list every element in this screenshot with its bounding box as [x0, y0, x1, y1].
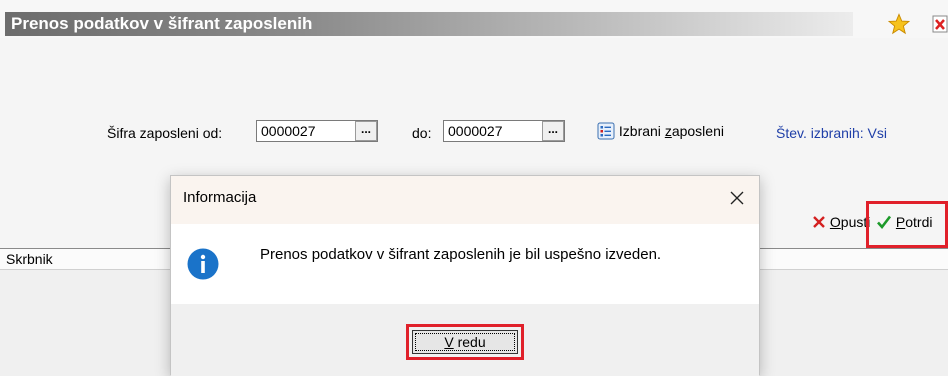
selected-employees-button[interactable]: Izbrani zaposleni: [597, 122, 724, 140]
info-dialog: Informacija Prenos podatkov v šifrant za…: [170, 175, 760, 376]
cancel-button[interactable]: Opusti: [812, 214, 870, 230]
info-icon: [187, 248, 219, 280]
dialog-title-bar: Informacija: [171, 176, 759, 224]
star-icon[interactable]: [888, 13, 910, 35]
selected-count-label: Štev. izbranih: Vsi: [776, 125, 888, 141]
ok-accesskey: V: [444, 334, 454, 350]
employee-from-browse-button[interactable]: ...: [355, 121, 377, 141]
window-title: Prenos podatkov v šifrant zaposlenih: [11, 14, 313, 33]
checkmark-icon: [877, 215, 892, 230]
x-icon: [813, 216, 825, 228]
skrbnik-label: Skrbnik: [6, 251, 53, 267]
selected-employees-accesskey: z: [664, 123, 672, 139]
employee-to-label: do:: [412, 125, 432, 141]
close-icon[interactable]: [727, 188, 747, 208]
confirm-button[interactable]: Potrdi: [876, 214, 932, 230]
ok-label: redu: [453, 334, 486, 350]
title-strip: Prenos podatkov v šifrant zaposlenih: [5, 12, 853, 36]
list-icon: [597, 122, 615, 140]
selected-employees-label-part2: aposleni: [671, 123, 724, 139]
ok-button[interactable]: V redu: [412, 330, 518, 354]
window-title-bar: Prenos podatkov v šifrant zaposlenih: [0, 0, 948, 38]
selected-employees-label-part1: Izbrani: [618, 123, 665, 139]
dialog-footer: V redu: [171, 304, 759, 376]
dialog-title: Informacija: [183, 189, 257, 206]
close-window-icon[interactable]: [932, 14, 948, 34]
cancel-accesskey: O: [829, 214, 841, 230]
confirm-label: otrdi: [905, 214, 933, 230]
confirm-accesskey: P: [895, 214, 906, 230]
dialog-message: Prenos podatkov v šifrant zaposlenih je …: [260, 246, 662, 263]
employee-to-browse-button[interactable]: ...: [542, 121, 564, 141]
ok-highlight-box: V redu: [406, 324, 524, 360]
dialog-body: Prenos podatkov v šifrant zaposlenih je …: [171, 224, 759, 304]
employee-from-label: Šifra zaposleni od:: [107, 125, 223, 141]
